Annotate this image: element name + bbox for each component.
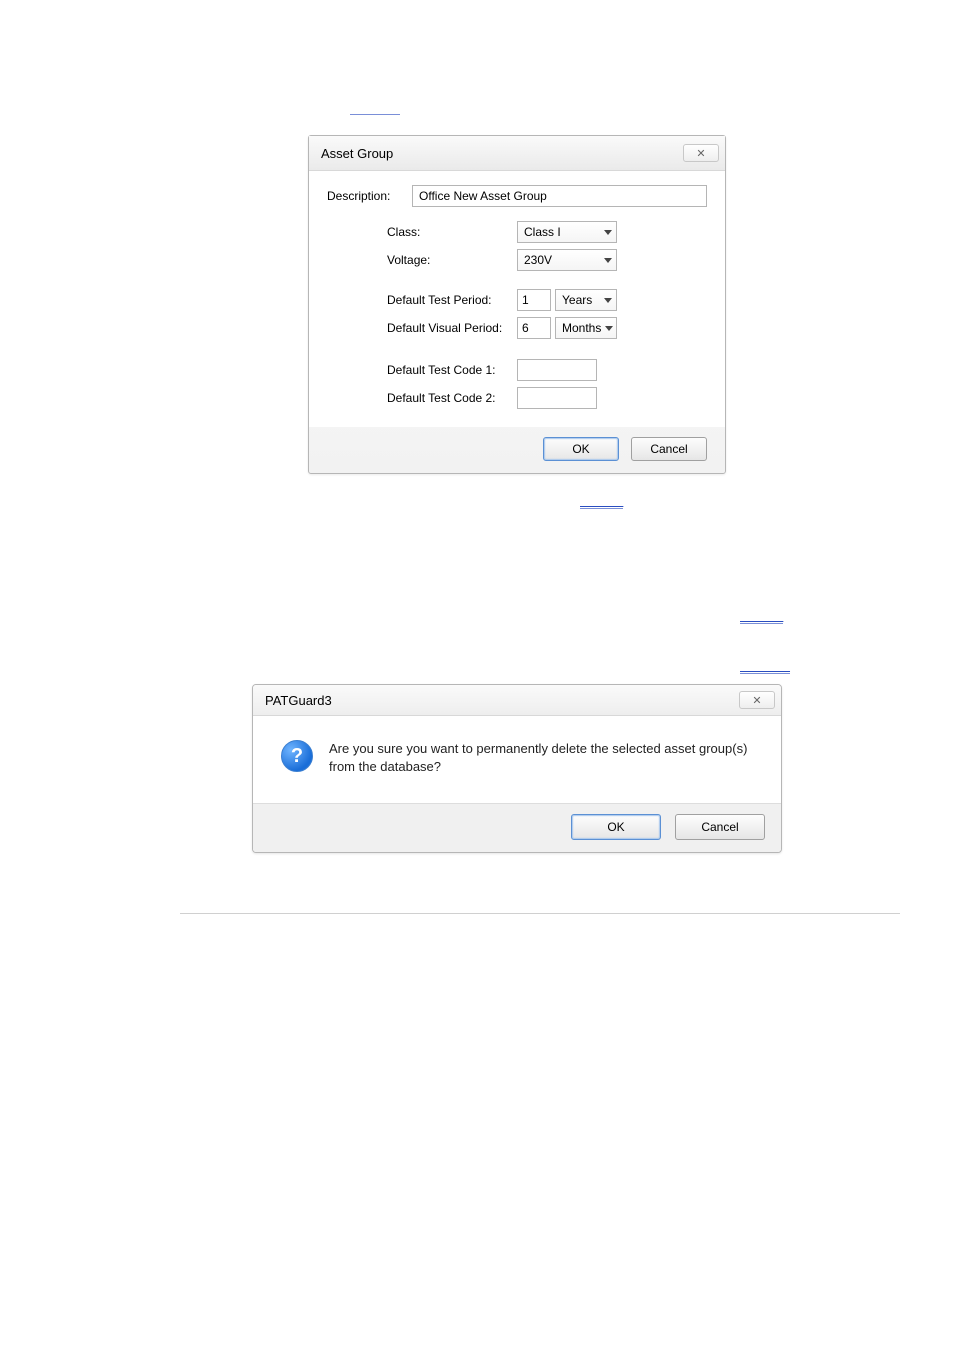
ok-button[interactable]: OK xyxy=(543,437,619,461)
test-code2-input[interactable] xyxy=(517,387,597,409)
close-icon: ✕ xyxy=(752,694,761,707)
close-icon: ✕ xyxy=(696,147,705,160)
mid-link-1[interactable] xyxy=(580,494,623,509)
chevron-down-icon xyxy=(604,298,612,303)
question-icon: ? xyxy=(281,740,313,772)
msg-dialog-title: PATGuard3 xyxy=(265,693,332,708)
test-period-input[interactable] xyxy=(517,289,551,311)
description-label: Description: xyxy=(327,189,412,203)
msg-ok-button[interactable]: OK xyxy=(571,814,661,840)
msg-cancel-button[interactable]: Cancel xyxy=(675,814,765,840)
description-input[interactable] xyxy=(412,185,707,207)
close-button[interactable]: ✕ xyxy=(683,144,719,162)
top-link[interactable] xyxy=(350,100,400,115)
dialog-titlebar: Asset Group ✕ xyxy=(309,136,725,171)
visual-period-input[interactable] xyxy=(517,317,551,339)
footer-divider xyxy=(180,913,900,914)
chevron-down-icon xyxy=(605,326,613,331)
dialog-title: Asset Group xyxy=(321,146,393,161)
class-select[interactable]: Class I xyxy=(517,221,617,243)
visual-period-unit: Months xyxy=(562,321,601,335)
class-label: Class: xyxy=(387,225,517,239)
visual-period-unit-select[interactable]: Months xyxy=(555,317,617,339)
msg-dialog-titlebar: PATGuard3 ✕ xyxy=(253,685,781,716)
mid-link-2[interactable] xyxy=(740,609,783,624)
voltage-label: Voltage: xyxy=(387,253,517,267)
asset-group-dialog: Asset Group ✕ Description: Class: Class … xyxy=(308,135,726,474)
test-period-unit-select[interactable]: Years xyxy=(555,289,617,311)
cancel-button[interactable]: Cancel xyxy=(631,437,707,461)
chevron-down-icon xyxy=(604,258,612,263)
class-value: Class I xyxy=(524,225,561,239)
test-code1-label: Default Test Code 1: xyxy=(387,363,517,377)
test-code1-input[interactable] xyxy=(517,359,597,381)
visual-period-label: Default Visual Period: xyxy=(387,321,517,335)
voltage-value: 230V xyxy=(524,253,552,267)
confirm-delete-dialog: PATGuard3 ✕ ? Are you sure you want to p… xyxy=(252,684,782,853)
question-mark: ? xyxy=(291,745,303,768)
confirm-message: Are you sure you want to permanently del… xyxy=(329,740,757,775)
test-code2-label: Default Test Code 2: xyxy=(387,391,517,405)
chevron-down-icon xyxy=(604,230,612,235)
mid-link-3[interactable] xyxy=(740,659,790,674)
msg-close-button[interactable]: ✕ xyxy=(739,691,775,709)
voltage-select[interactable]: 230V xyxy=(517,249,617,271)
test-period-label: Default Test Period: xyxy=(387,293,517,307)
test-period-unit: Years xyxy=(562,293,592,307)
